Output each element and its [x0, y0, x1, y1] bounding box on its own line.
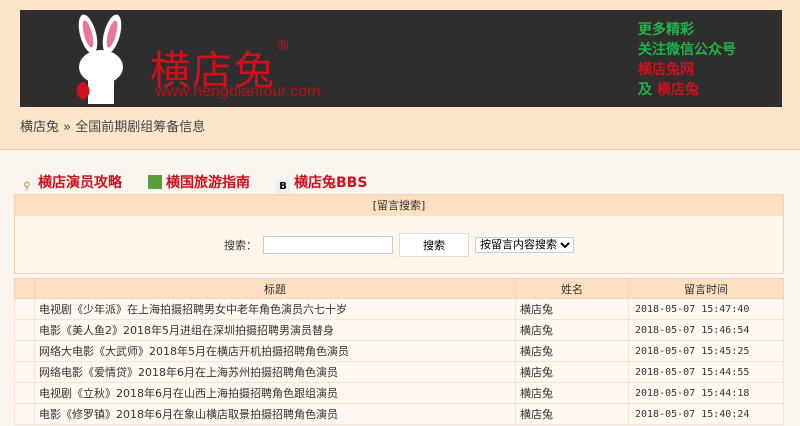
header-title: 标题 [34, 278, 516, 299]
search-button[interactable]: 搜索 [399, 232, 469, 257]
rabbit-logo-icon [76, 14, 123, 104]
table-header: 标题 姓名 留言时间 [14, 278, 784, 299]
search-panel: [留言搜索] 搜索： 搜索 按留言内容搜索 [14, 194, 784, 274]
table-row[interactable]: 电影《修罗镇》2018年6月在象山横店取景拍摄招聘角色演员 横店兔 2018-05-… [14, 403, 784, 425]
link-actor-guide[interactable]: ⚲ 横店演员攻略 [20, 172, 122, 194]
search-panel-title: [留言搜索] [15, 195, 783, 216]
row-title-link[interactable]: 网络大电影《大武师》2018年5月在横店开机拍摄招聘角色演员 [34, 340, 516, 362]
banner[interactable]: 横店兔 ® www.hengdiantour.com 更多精彩 关注微信公众号 横… [20, 10, 782, 107]
row-author: 横店兔 [515, 298, 629, 320]
row-time: 2018-05-07 15:44:55 [628, 361, 784, 383]
link-label: 横店兔BBS [294, 175, 368, 191]
row-title-link[interactable]: 电视剧《少年派》在上海拍摄招聘男女中老年角色演员六七十岁 [34, 298, 516, 320]
header: 横店兔 ® www.hengdiantour.com 更多精彩 关注微信公众号 横… [0, 0, 800, 150]
table-row[interactable]: 电视剧《立秋》2018年6月在山西上海拍摄招聘角色跟组演员 横店兔 2018-05-… [14, 382, 784, 404]
header-blank [14, 278, 35, 299]
row-author: 横店兔 [515, 361, 629, 383]
header-name: 姓名 [515, 278, 629, 299]
promo-line: 更多精彩 [638, 22, 694, 38]
row-time: 2018-05-07 15:45:25 [628, 340, 784, 362]
row-blank [14, 340, 35, 362]
breadcrumb-separator: » [63, 120, 72, 135]
promo-line: 横店兔网 [638, 62, 694, 78]
row-title-link[interactable]: 网络电影《爱情贷》2018年6月在上海苏州拍摄招聘角色演员 [34, 361, 516, 383]
row-title-link[interactable]: 电影《修罗镇》2018年6月在象山横店取景拍摄招聘角色演员 [34, 403, 516, 425]
row-author: 横店兔 [515, 340, 629, 362]
row-time: 2018-05-07 15:47:40 [628, 298, 784, 320]
table-row[interactable]: 电影《美人鱼2》2018年5月进组在深圳拍摄招聘男演员替身 横店兔 2018-05-… [14, 319, 784, 341]
promo-text: 更多精彩 关注微信公众号 横店兔网 及 横店兔 [638, 20, 736, 100]
search-mode-select[interactable]: 按留言内容搜索 [475, 236, 574, 253]
row-author: 横店兔 [515, 382, 629, 404]
row-author: 横店兔 [515, 319, 629, 341]
link-label: 横店演员攻略 [38, 175, 122, 191]
promo-line: 横店兔 [656, 82, 699, 98]
table-row[interactable]: 电视剧《少年派》在上海拍摄招聘男女中老年角色演员六七十岁 横店兔 2018-05-0… [14, 298, 784, 320]
table-row[interactable]: 网络电影《爱情贷》2018年6月在上海苏州拍摄招聘角色演员 横店兔 2018-05-… [14, 361, 784, 383]
row-blank [14, 382, 35, 404]
row-blank [14, 319, 35, 341]
row-author: 横店兔 [515, 403, 629, 425]
row-time: 2018-05-07 15:46:54 [628, 319, 784, 341]
breadcrumb: 横店兔 » 全国前期剧组筹备信息 [20, 116, 205, 135]
search-input[interactable] [263, 235, 393, 254]
brand-url: www.hengdiantour.com [155, 83, 321, 100]
quick-links: ⚲ 横店演员攻略 横国旅游指南 B 横店兔BBS [20, 172, 367, 194]
bbs-icon: B [276, 180, 290, 194]
row-blank [14, 361, 35, 383]
row-blank [14, 298, 35, 320]
row-time: 2018-05-07 15:40:24 [628, 403, 784, 425]
link-label: 横国旅游指南 [166, 175, 250, 191]
breadcrumb-current: 全国前期剧组筹备信息 [75, 120, 206, 135]
row-blank [14, 403, 35, 425]
registered-mark: ® [276, 38, 292, 54]
key-icon: ⚲ [23, 181, 31, 192]
map-icon [148, 175, 162, 189]
header-time: 留言时间 [628, 278, 784, 299]
table-row[interactable]: 网络大电影《大武师》2018年5月在横店开机拍摄招聘角色演员 横店兔 2018-05… [14, 340, 784, 362]
link-travel-guide[interactable]: 横国旅游指南 [148, 172, 250, 194]
row-title-link[interactable]: 电影《美人鱼2》2018年5月进组在深圳拍摄招聘男演员替身 [34, 319, 516, 341]
link-bbs[interactable]: B 横店兔BBS [276, 172, 367, 194]
row-time: 2018-05-07 15:44:18 [628, 382, 784, 404]
row-title-link[interactable]: 电视剧《立秋》2018年6月在山西上海拍摄招聘角色跟组演员 [34, 382, 516, 404]
breadcrumb-home-link[interactable]: 横店兔 [20, 120, 59, 135]
promo-line: 关注微信公众号 [638, 42, 736, 58]
promo-line: 及 [638, 82, 652, 98]
search-label: 搜索： [224, 238, 257, 252]
message-table: 标题 姓名 留言时间 电视剧《少年派》在上海拍摄招聘男女中老年角色演员六七十岁 横店兔… [14, 278, 784, 425]
